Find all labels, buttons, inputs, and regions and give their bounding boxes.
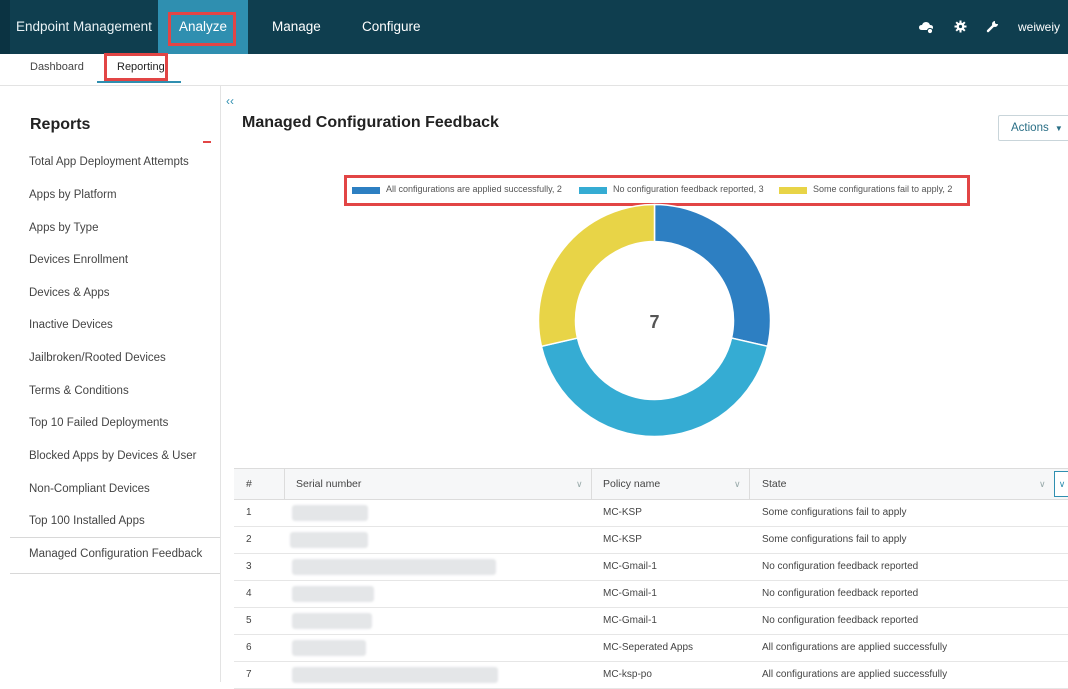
- donut-slice-2[interactable]: [540, 337, 769, 438]
- actions-dropdown-button[interactable]: Actions ▼: [998, 115, 1068, 141]
- sidebar-item-devices-and-apps[interactable]: Devices & Apps: [29, 287, 110, 299]
- donut-total-label: 7: [649, 312, 659, 332]
- donut-slice-1[interactable]: [653, 203, 772, 348]
- sidebar-item-jailbroken-rooted-devices[interactable]: Jailbroken/Rooted Devices: [29, 352, 166, 364]
- row-state: All configurations are applied successfu…: [762, 642, 948, 653]
- sidebar-item-top-10-failed-deployments[interactable]: Top 10 Failed Deployments: [29, 417, 168, 429]
- serial-redacted: [292, 640, 366, 656]
- row-number: 7: [246, 669, 252, 680]
- brand-title: Endpoint Management: [16, 19, 152, 34]
- cloud-gear-icon[interactable]: [918, 20, 934, 37]
- serial-redacted: [292, 613, 372, 629]
- analyze-highlight-box: [168, 12, 236, 46]
- chevron-down-icon[interactable]: ∨: [734, 469, 741, 499]
- sidebar-item-inactive-devices[interactable]: Inactive Devices: [29, 319, 113, 331]
- table-row[interactable]: 6 MC-Seperated Apps All configurations a…: [234, 634, 1068, 662]
- serial-redacted: [292, 586, 374, 602]
- row-state: Some configurations fail to apply: [762, 507, 907, 518]
- reporting-highlight-box: [104, 53, 168, 81]
- chevron-down-icon[interactable]: ∨: [1039, 469, 1046, 499]
- collapse-sidebar-icon[interactable]: ‹‹: [226, 94, 234, 108]
- row-policy-name: MC-Gmail-1: [603, 615, 657, 626]
- row-policy-name: MC-Seperated Apps: [603, 642, 694, 653]
- sidebar-item-managed-configuration-feedback[interactable]: Managed Configuration Feedback: [29, 548, 202, 560]
- row-number: 5: [246, 615, 252, 626]
- row-policy-name: MC-Gmail-1: [603, 561, 657, 572]
- donut-chart: 7: [537, 203, 772, 438]
- wrench-icon[interactable]: [986, 20, 999, 36]
- sidebar-item-devices-enrollment[interactable]: Devices Enrollment: [29, 254, 128, 266]
- nav-manage[interactable]: Manage: [272, 0, 321, 54]
- serial-redacted: [292, 505, 368, 521]
- nav-configure[interactable]: Configure: [362, 0, 421, 54]
- donut-slice-3[interactable]: [537, 203, 656, 348]
- row-number: 3: [246, 561, 252, 572]
- row-state: No configuration feedback reported: [762, 561, 919, 572]
- column-header-serial-number[interactable]: Serial number: [296, 469, 361, 499]
- caret-down-icon: ▼: [1054, 124, 1063, 133]
- sidebar-item-top-100-installed-apps[interactable]: Top 100 Installed Apps: [29, 515, 145, 527]
- column-header-state[interactable]: State: [762, 469, 787, 499]
- row-state: No configuration feedback reported: [762, 615, 919, 626]
- sidebar-title: Reports: [30, 116, 91, 133]
- tab-dashboard[interactable]: Dashboard: [30, 61, 84, 73]
- table-row[interactable]: 1 MC-KSP Some configurations fail to app…: [234, 499, 1068, 527]
- sidebar-item-apps-by-type[interactable]: Apps by Type: [29, 222, 98, 234]
- serial-redacted: [292, 559, 496, 575]
- table-row[interactable]: 7 MC-ksp-po All configurations are appli…: [234, 661, 1068, 689]
- gear-icon[interactable]: [954, 20, 967, 36]
- serial-redacted: [292, 667, 498, 683]
- top-navigation-bar: Endpoint Management Analyze Manage Confi…: [0, 0, 1068, 54]
- row-number: 4: [246, 588, 252, 599]
- column-header-number[interactable]: #: [246, 469, 252, 499]
- row-number: 6: [246, 642, 252, 653]
- reports-sidebar: [0, 86, 221, 682]
- sidebar-title-marker: [203, 141, 211, 143]
- actions-label: Actions: [1011, 122, 1049, 134]
- sidebar-item-blocked-apps[interactable]: Blocked Apps by Devices & User: [29, 450, 196, 462]
- row-state: No configuration feedback reported: [762, 588, 919, 599]
- row-number: 1: [246, 507, 252, 518]
- row-policy-name: MC-KSP: [603, 507, 642, 518]
- row-number: 2: [246, 534, 252, 545]
- topbar-left-strip: [0, 0, 10, 54]
- table-row[interactable]: 4 MC-Gmail-1 No configuration feedback r…: [234, 580, 1068, 608]
- sidebar-item-total-app-deployment-attempts[interactable]: Total App Deployment Attempts: [29, 156, 189, 168]
- row-state: All configurations are applied successfu…: [762, 669, 948, 680]
- row-policy-name: MC-KSP: [603, 534, 642, 545]
- table-row[interactable]: 3 MC-Gmail-1 No configuration feedback r…: [234, 553, 1068, 581]
- user-menu[interactable]: weiweiy: [1018, 0, 1060, 54]
- column-separator: [591, 469, 592, 499]
- table-header: # Serial number ∨ Policy name ∨ State ∨ …: [234, 468, 1068, 500]
- chevron-down-icon[interactable]: ∨: [576, 469, 583, 499]
- sidebar-item-terms-and-conditions[interactable]: Terms & Conditions: [29, 385, 129, 397]
- sidebar-item-non-compliant-devices[interactable]: Non-Compliant Devices: [29, 483, 150, 495]
- column-header-policy-name[interactable]: Policy name: [603, 469, 660, 499]
- reporting-tab-underline: [97, 81, 181, 83]
- table-row[interactable]: 5 MC-Gmail-1 No configuration feedback r…: [234, 607, 1068, 635]
- row-policy-name: MC-Gmail-1: [603, 588, 657, 599]
- row-policy-name: MC-ksp-po: [603, 669, 652, 680]
- column-separator: [749, 469, 750, 499]
- column-options-button[interactable]: ∨: [1054, 471, 1068, 497]
- legend-highlight-box: [344, 175, 970, 206]
- column-separator: [284, 469, 285, 499]
- serial-redacted: [290, 532, 368, 548]
- sidebar-item-apps-by-platform[interactable]: Apps by Platform: [29, 189, 117, 201]
- table-row[interactable]: 2 MC-KSP Some configurations fail to app…: [234, 526, 1068, 554]
- row-state: Some configurations fail to apply: [762, 534, 907, 545]
- page-title: Managed Configuration Feedback: [242, 114, 499, 131]
